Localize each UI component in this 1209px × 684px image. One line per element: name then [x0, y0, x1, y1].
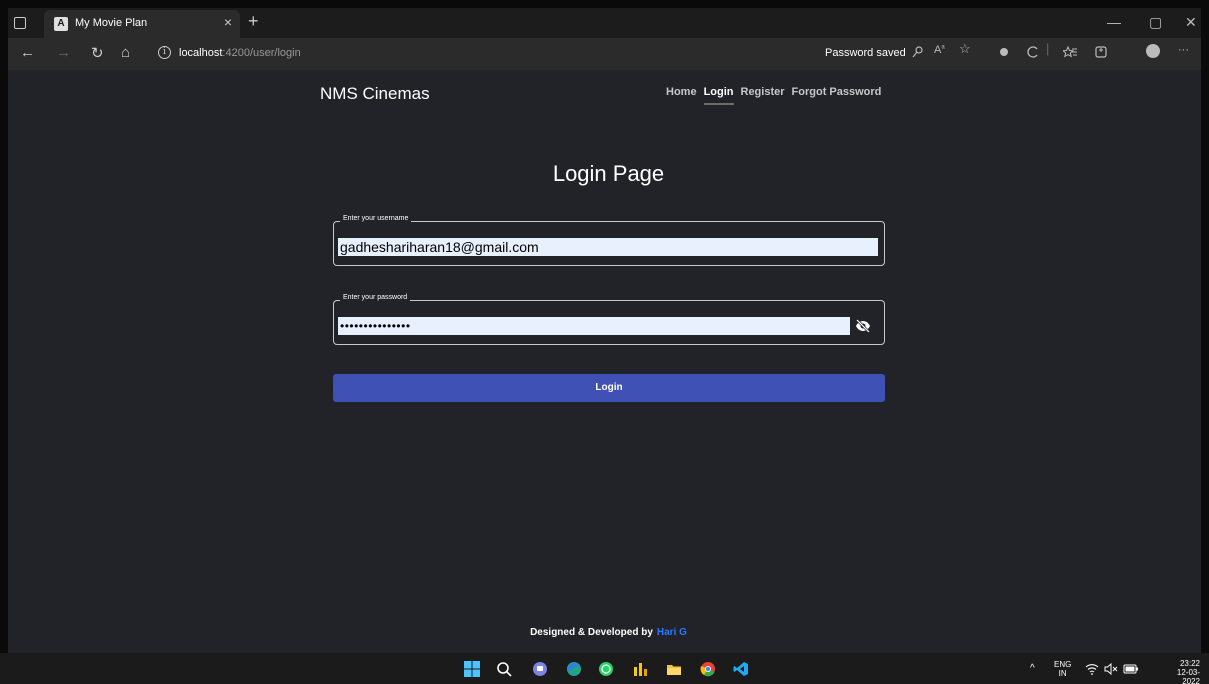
language-region: IN [1058, 669, 1067, 678]
vscode-icon[interactable] [733, 661, 749, 677]
footer: Designed & Developed by Hari G [8, 627, 1209, 638]
web-page: NMS Cinemas Home Login Register Forgot Pass… [8, 70, 1201, 653]
clock[interactable]: 23:22 12-03-2022 [1160, 659, 1200, 684]
login-button[interactable]: Login [333, 374, 885, 402]
add-favorite-icon[interactable]: ☆ [959, 41, 971, 57]
battery-icon[interactable] [1123, 662, 1139, 678]
password-input[interactable]: ••••••••••••••• [338, 317, 850, 335]
site-info-icon[interactable]: i [158, 46, 171, 59]
volume-muted-icon[interactable] [1104, 662, 1120, 678]
new-tab-icon[interactable]: + [248, 11, 259, 32]
refresh-icon[interactable]: ↻ [91, 44, 104, 62]
tab-close-icon[interactable]: × [224, 14, 232, 30]
key-icon[interactable] [912, 41, 924, 66]
author-link[interactable]: Hari G [657, 627, 687, 638]
language-code: ENG [1054, 660, 1072, 669]
site-brand[interactable]: NMS Cinemas [320, 84, 430, 104]
site-nav: Home Login Register Forgot Password [666, 86, 888, 98]
visibility-off-icon[interactable] [855, 318, 871, 334]
windows-start-icon[interactable] [464, 661, 480, 677]
password-saved-text: Password saved [825, 47, 906, 59]
taskbar: ^ ENG IN 23:22 12-03-2022 [0, 653, 1209, 684]
search-icon[interactable] [496, 661, 512, 677]
footer-text: Designed & Developed by [530, 627, 653, 638]
chrome-icon[interactable] [700, 661, 716, 677]
maximize-icon[interactable]: ▢ [1149, 14, 1162, 31]
extension-icon[interactable] [998, 41, 1010, 66]
tray-chevron-icon[interactable]: ^ [1030, 664, 1035, 674]
page-title: Login Page [552, 161, 665, 186]
password-field[interactable]: Enter your password ••••••••••••••• [333, 294, 885, 345]
sidebar-toggle-icon[interactable] [14, 17, 26, 29]
browser-toolbar: ← → ↻ ⌂ i localhost:4200/user/login Pass… [8, 38, 1201, 70]
username-field[interactable]: Enter your username gadheshariharan18@gm… [333, 215, 885, 266]
clock-time: 23:22 [1179, 659, 1200, 668]
username-input[interactable]: gadheshariharan18@gmail.com [338, 238, 878, 256]
nav-link-home[interactable]: Home [666, 86, 697, 98]
browser-essentials-icon[interactable] [1026, 41, 1040, 66]
url-host: localhost [179, 47, 223, 59]
read-aloud-icon[interactable]: Aa [934, 44, 945, 56]
nav-link-login[interactable]: Login [704, 86, 734, 98]
browser-tab[interactable]: A My Movie Plan × [44, 10, 240, 38]
nav-link-forgot-password[interactable]: Forgot Password [792, 86, 882, 98]
teams-chat-icon[interactable] [532, 661, 548, 677]
wifi-icon[interactable] [1085, 662, 1101, 678]
angular-favicon-icon: A [54, 17, 68, 31]
whatsapp-icon[interactable] [598, 661, 614, 677]
more-options-icon[interactable]: ··· [1178, 44, 1189, 56]
toolbar-divider: | [1046, 41, 1050, 56]
home-icon[interactable]: ⌂ [121, 44, 130, 61]
minimize-icon[interactable]: — [1107, 14, 1121, 30]
favorites-icon[interactable] [1061, 41, 1077, 66]
window-close-icon[interactable]: ✕ [1185, 14, 1197, 31]
clock-date: 12-03-2022 [1176, 668, 1200, 684]
nav-link-register[interactable]: Register [741, 86, 785, 98]
username-label: Enter your username [340, 215, 412, 222]
file-explorer-icon[interactable] [666, 661, 682, 677]
collections-icon[interactable] [1094, 41, 1108, 66]
url-path: :4200/user/login [222, 47, 301, 59]
url-text: localhost:4200/user/login [179, 47, 301, 59]
back-icon[interactable]: ← [20, 44, 35, 61]
language-indicator[interactable]: ENG IN [1054, 660, 1071, 678]
forward-icon[interactable]: → [56, 44, 71, 61]
tab-title: My Movie Plan [75, 17, 148, 29]
power-bi-icon[interactable] [632, 661, 648, 677]
password-label: Enter your password [340, 294, 411, 301]
browser-title-bar: A My Movie Plan × + — ▢ ✕ [8, 8, 1201, 38]
profile-avatar-icon[interactable] [1146, 44, 1160, 58]
edge-browser-icon[interactable] [566, 661, 582, 677]
